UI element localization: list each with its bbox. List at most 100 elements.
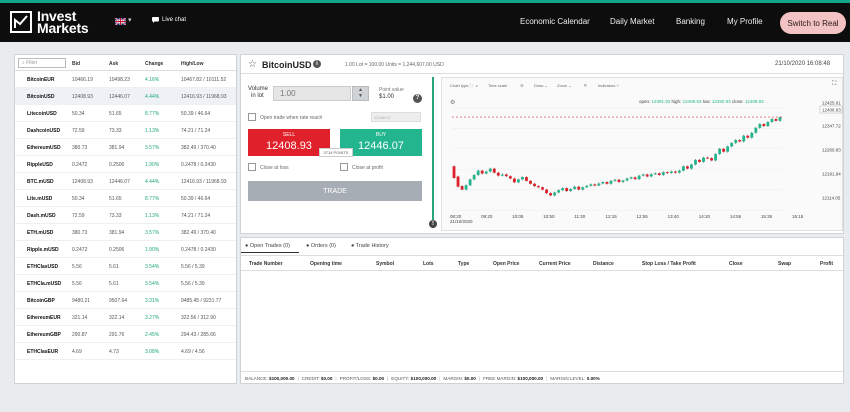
price-chart[interactable]: Chart type ⛶ ⩗ Time scale ⑤ Draw ⌄ Zoom … — [441, 77, 843, 231]
instrument-row[interactable]: ETHClasUSD 5.56 5.61 3.54% 5.56 / 5.39 — [15, 258, 236, 275]
instrument-symbol: RippleUSD — [27, 162, 53, 168]
instrument-row[interactable]: Lite.mUSD 50.34 51.65 8.77% 50.39 / 46.64 — [15, 190, 236, 207]
candle — [561, 188, 565, 191]
instrument-bid: 50.34 — [72, 196, 85, 202]
instrument-high-low: 9485.45 / 9231.77 — [181, 298, 222, 304]
candle — [525, 177, 528, 181]
instrument-change: 8.77% — [145, 196, 160, 202]
summary-value: $100,000.00 — [269, 376, 295, 381]
instrument-bid: 50.34 — [72, 111, 85, 117]
instrument-row[interactable]: EthereumUSD 380.73 381.94 3.57% 382.49 / 370… — [15, 139, 236, 156]
tab-orders[interactable]: ● Orders (0) — [306, 243, 336, 249]
trade-panel: ☆ BitcoinUSD i 1.00 Lot = 100.00 Units =… — [240, 54, 845, 234]
volume-input[interactable]: 1.00 — [273, 86, 351, 101]
candle — [758, 124, 762, 128]
instrument-row[interactable]: LitecoinUSD 50.34 51.65 8.77% 50.39 / 46.64 — [15, 105, 236, 122]
tab-trade-history[interactable]: ● Trade History — [351, 243, 389, 249]
candle — [589, 184, 593, 186]
instrument-row[interactable]: Dash.mUSD 72.59 73.33 1.13% 74.21 / 71.24 — [15, 207, 236, 224]
instrument-symbol: EthereumEUR — [27, 315, 61, 321]
instrument-change: 4.44% — [145, 179, 160, 185]
candle — [500, 174, 504, 176]
lot-units-info: 1.00 Lot = 100.00 Units = 1,244,607.00 U… — [345, 62, 444, 68]
candle — [714, 154, 718, 161]
nav-banking[interactable]: Banking — [676, 17, 705, 26]
col-swap[interactable]: Swap — [778, 261, 791, 267]
col-lots[interactable]: Lots — [423, 261, 434, 267]
candle — [734, 140, 738, 143]
instrument-row[interactable]: RippleUSD 0.2472 0.2506 1.90% 0.2478 / 0.243… — [15, 156, 236, 173]
instrument-row[interactable]: BitcoinUSD 12408.93 12446.07 4.44% 12416.93 … — [15, 88, 236, 105]
col-bid[interactable]: Bid — [72, 61, 80, 67]
candle — [730, 142, 734, 147]
col-high-low[interactable]: High/Low — [181, 61, 204, 67]
chevron-down-icon[interactable]: ▾ — [128, 16, 132, 24]
col-sl-tp[interactable]: Stop Loss / Take Profit — [642, 261, 696, 267]
volume-stepper[interactable]: ▲ ▼ — [352, 86, 369, 101]
uk-flag-icon[interactable] — [115, 18, 126, 25]
instrument-row[interactable]: BitcoinGBP 9480.21 9507.64 3.31% 9485.45 / 9… — [15, 292, 236, 309]
instrument-high-low: 382.49 / 370.40 — [181, 145, 216, 151]
instrument-change: 1.90% — [145, 247, 160, 253]
rate-input[interactable]: 12446.07 — [371, 112, 421, 122]
trade-button[interactable]: TRADE — [248, 181, 422, 201]
col-open-price[interactable]: Open Price — [493, 261, 519, 267]
col-close[interactable]: Close — [729, 261, 743, 267]
account-summary-bar: BALANCE: $100,000.00 | CREDIT: $0.00 | PROFI… — [241, 371, 845, 384]
candle — [553, 192, 557, 196]
nav-economic-calendar[interactable]: Economic Calendar — [520, 17, 590, 26]
instrument-row[interactable]: EthereumEUR 321.14 322.14 3.27% 322.56 / 312… — [15, 309, 236, 326]
instrument-row[interactable]: Ripple.mUSD 0.2472 0.2506 1.90% 0.2478 / 0.2… — [15, 241, 236, 258]
close-at-loss-checkbox[interactable] — [248, 163, 256, 171]
col-profit[interactable]: Profit — [820, 261, 833, 267]
instrument-row[interactable]: DashcoinUSD 72.59 73.33 1.13% 74.21 / 71.24 — [15, 122, 236, 139]
instrument-ask: 73.33 — [109, 128, 122, 134]
candle — [549, 193, 553, 196]
instrument-bid: 12408.93 — [72, 179, 93, 185]
instrument-row[interactable]: EthereumGBP 290.87 291.76 2.45% 294.43 / 285… — [15, 326, 236, 343]
instrument-symbol: Dash.mUSD — [27, 213, 56, 219]
candle — [742, 135, 746, 142]
candle — [698, 159, 701, 162]
tab-open-trades[interactable]: ● Open Trades (0) — [245, 243, 290, 249]
instrument-row[interactable]: ETHCla.mUSD 5.56 5.61 3.54% 5.56 / 5.39 — [15, 275, 236, 292]
instrument-high-low: 4.69 / 4.56 — [181, 349, 205, 355]
candle — [645, 174, 649, 177]
filter-input[interactable]: ⌕ Filter — [18, 58, 66, 68]
open-when-rate-checkbox[interactable] — [248, 113, 256, 121]
col-type[interactable]: Type — [458, 261, 469, 267]
col-trade-number[interactable]: Trade Number — [249, 261, 283, 267]
candle — [565, 188, 569, 192]
instrument-row[interactable]: BitcoinEUR 10466.19 10498.23 4.16% 10467.82 … — [15, 71, 236, 88]
instrument-row[interactable]: ETHClasEUR 4.69 4.73 3.08% 4.69 / 4.56 — [15, 343, 236, 360]
col-ask[interactable]: Ask — [109, 61, 118, 67]
col-distance[interactable]: Distance — [593, 261, 614, 267]
separator: | — [297, 376, 299, 381]
col-opening-time[interactable]: Opening time — [310, 261, 342, 267]
candle — [673, 171, 677, 173]
live-chat-link[interactable]: Live chat — [152, 17, 186, 23]
divider — [241, 73, 845, 74]
switch-to-real-button[interactable]: Switch to Real — [780, 12, 846, 34]
alert-icon[interactable]: ! — [429, 220, 437, 228]
nav-my-profile[interactable]: My Profile — [727, 17, 763, 26]
live-chat-label: Live chat — [162, 17, 187, 23]
instrument-ask: 5.61 — [109, 264, 119, 270]
instrument-row[interactable]: ETH.mUSD 380.73 381.94 3.57% 382.49 / 370.40 — [15, 224, 236, 241]
candle — [766, 121, 770, 127]
instrument-change: 3.54% — [145, 264, 160, 270]
logo[interactable]: Invest Markets — [10, 9, 89, 35]
col-current-price[interactable]: Current Price — [539, 261, 571, 267]
instrument-symbol: LitecoinUSD — [27, 111, 57, 117]
star-icon[interactable]: ☆ — [248, 59, 257, 70]
sell-button[interactable]: SELL 12408.93 — [248, 129, 330, 156]
instrument-row[interactable]: BTC.mUSD 12408.93 12446.07 4.44% 12416.93 / … — [15, 173, 236, 190]
col-change[interactable]: Change — [145, 61, 163, 67]
close-at-profit-checkbox[interactable] — [340, 163, 348, 171]
close-at-loss-label: Close at loss — [260, 165, 289, 171]
info-icon[interactable]: i — [313, 60, 321, 68]
close-at-profit-label: Close at profit — [352, 165, 383, 171]
col-symbol[interactable]: Symbol — [376, 261, 394, 267]
nav-daily-market[interactable]: Daily Market — [610, 17, 654, 26]
help-icon[interactable]: ? — [413, 94, 422, 103]
